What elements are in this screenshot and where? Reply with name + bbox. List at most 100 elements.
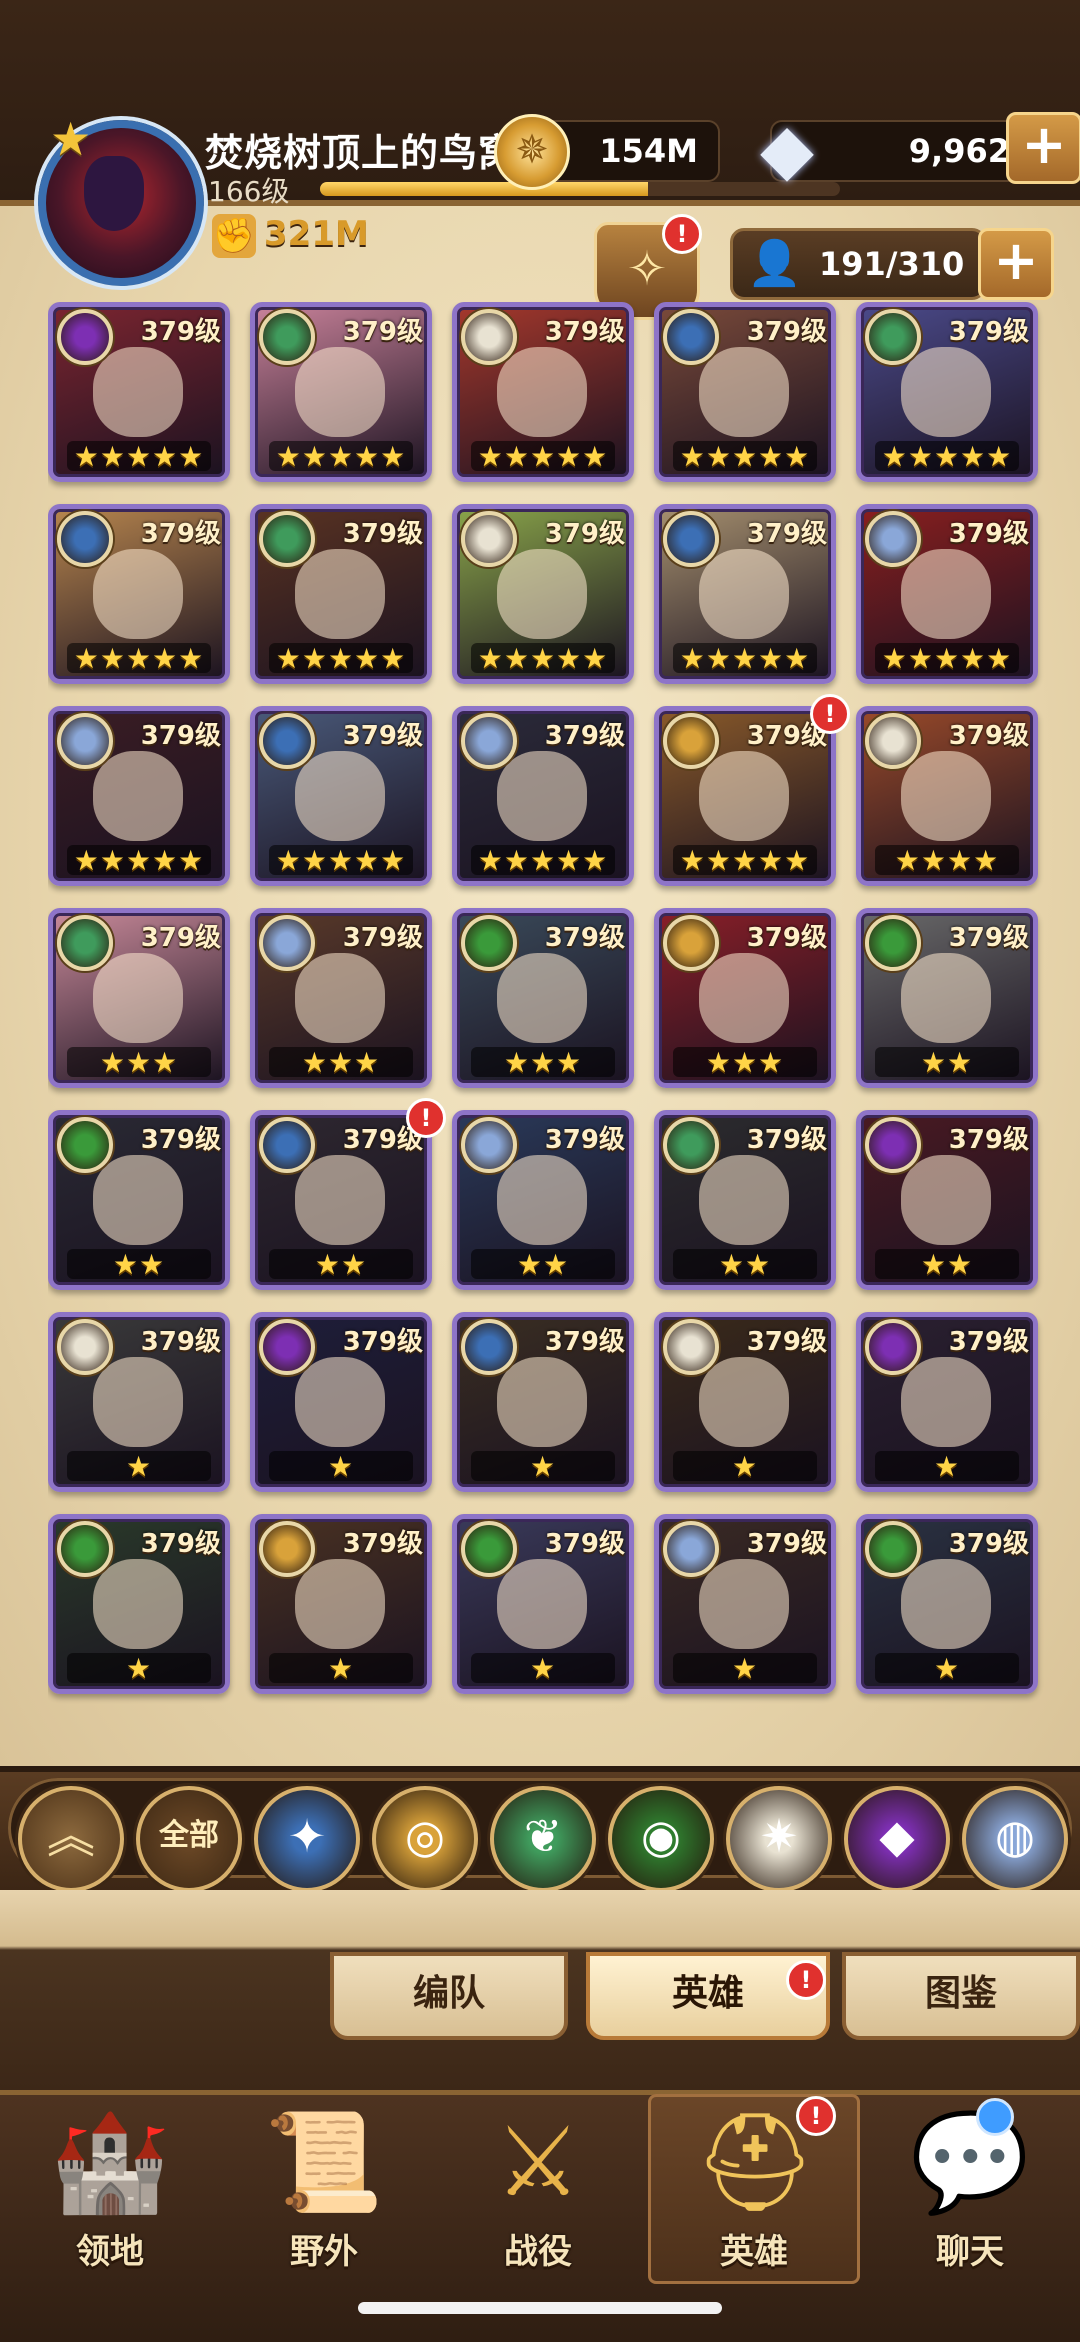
hero-card[interactable]: 379级 ★★★★★ — [250, 302, 432, 482]
hero-level: 379级 — [746, 317, 827, 347]
hero-stars: ★★★★★ — [477, 844, 609, 877]
hero-card[interactable]: 379级 ★ — [48, 1514, 230, 1694]
hero-card[interactable]: 379级 ★ — [250, 1312, 432, 1492]
hero-card[interactable]: 379级 ★★ — [856, 1110, 1038, 1290]
hero-card[interactable]: 379级 ★★★★★ — [48, 302, 230, 482]
hero-card[interactable]: 379级 ★★★★★ — [48, 504, 230, 684]
hero-portrait — [901, 549, 991, 639]
hero-card[interactable]: 379级 ★★★ — [48, 908, 230, 1088]
hero-card[interactable]: 379级 ★★★ — [654, 908, 836, 1088]
hero-card[interactable]: 379级 ★★★★★ — [452, 302, 634, 482]
hero-stars: ★ — [327, 1450, 355, 1483]
dimensional-faction-icon — [461, 1117, 517, 1173]
hero-card[interactable]: 379级 ★★★★★ — [250, 706, 432, 886]
hero-stars: ★★★ — [705, 1046, 785, 1079]
hero-stars: ★ — [125, 1450, 153, 1483]
hero-card[interactable]: 379级 ★★★★★ — [250, 504, 432, 684]
graveborn-faction-icon — [57, 1117, 113, 1173]
lightbearer-faction-icon[interactable]: ✦ — [254, 1786, 360, 1892]
nav-campaign[interactable]: ⚔ 战役 — [432, 2094, 644, 2284]
hypogean-faction-icon — [259, 1319, 315, 1375]
tab-collection[interactable]: 图鉴 — [842, 1952, 1080, 2040]
hero-card[interactable]: 379级 ★★★★★ — [452, 706, 634, 886]
hero-level: 379级 — [544, 721, 625, 751]
hero-stars: ★★ — [314, 1248, 368, 1281]
hero-card[interactable]: 379级 ★★★★★ — [654, 302, 836, 482]
hero-portrait — [901, 1559, 991, 1649]
expand-capacity-button[interactable]: + — [978, 228, 1054, 300]
hero-level: 379级 — [948, 923, 1029, 953]
hero-level: 379级 — [140, 1327, 221, 1357]
celestial-faction-icon[interactable]: ✷ — [726, 1786, 832, 1892]
hero-card[interactable]: 379级 ★ — [452, 1514, 634, 1694]
tab-formation[interactable]: 编队 — [330, 1952, 568, 2040]
gold-value: 154M — [599, 132, 698, 170]
hero-capacity-value: 191/310 — [819, 245, 965, 283]
hero-card[interactable]: 379级 ★ — [654, 1312, 836, 1492]
hero-level: 379级 — [544, 519, 625, 549]
nav-label: 聊天 — [936, 2232, 1004, 2272]
hero-stars: ★★ — [920, 1248, 974, 1281]
diamond-counter: ◆ 9,962 — [760, 112, 1020, 186]
dimensional-faction-icon[interactable]: ◍ — [962, 1786, 1068, 1892]
hero-stars: ★★★★★ — [881, 642, 1013, 675]
hero-card[interactable]: 379级 ★★★ — [250, 908, 432, 1088]
hero-level: 379级 — [342, 923, 423, 953]
wilder-faction-icon[interactable]: ❦ — [490, 1786, 596, 1892]
hero-stars: ★ — [933, 1652, 961, 1685]
hero-portrait — [497, 549, 587, 639]
hero-portrait — [699, 751, 789, 841]
hero-portrait — [93, 347, 183, 437]
hero-portrait — [497, 347, 587, 437]
hero-card[interactable]: 379级 ★★★★★ — [654, 706, 836, 886]
dimensional-faction-icon — [663, 1521, 719, 1577]
hero-card[interactable]: 379级 ★ — [654, 1514, 836, 1694]
hero-portrait — [93, 549, 183, 639]
hero-card[interactable]: 379级 ★★★★★ — [654, 504, 836, 684]
wilder-faction-icon — [865, 309, 921, 365]
hero-level: 379级 — [948, 1529, 1029, 1559]
filter-all-button[interactable]: 全部 — [136, 1786, 242, 1892]
mauler-faction-icon[interactable]: ◎ — [372, 1786, 478, 1892]
hero-card[interactable]: 379级 ★ — [856, 1514, 1038, 1694]
hero-portrait — [497, 751, 587, 841]
celestial-faction-icon — [57, 1319, 113, 1375]
hero-card[interactable]: 379级 ★★ — [250, 1110, 432, 1290]
hero-portrait — [901, 1357, 991, 1447]
hero-card[interactable]: 379级 ★ — [250, 1514, 432, 1694]
hero-portrait — [295, 1357, 385, 1447]
hero-card[interactable]: 379级 ★★★ — [452, 908, 634, 1088]
hero-card[interactable]: 379级 ★★★★★ — [856, 302, 1038, 482]
hero-card[interactable]: 379级 ★★★★★ — [48, 706, 230, 886]
nav-chat[interactable]: 💬 聊天 — [864, 2094, 1076, 2284]
hero-level: 379级 — [948, 519, 1029, 549]
hero-card[interactable]: 379级 ★ — [48, 1312, 230, 1492]
hero-card[interactable]: 379级 ★ — [452, 1312, 634, 1492]
hero-level: 379级 — [544, 923, 625, 953]
hero-portrait — [901, 953, 991, 1043]
double-chevron-up-icon[interactable]: ︽ — [18, 1786, 124, 1892]
hero-card[interactable]: 379级 ★★★★★ — [856, 504, 1038, 684]
hero-card[interactable]: 379级 ★★★★★ — [452, 504, 634, 684]
nav-wild[interactable]: 📜 野外 — [218, 2094, 430, 2284]
hero-card[interactable]: 379级 ★★★★ — [856, 706, 1038, 886]
castle-icon: 🏰 — [50, 2106, 170, 2218]
hero-stars: ★ — [529, 1450, 557, 1483]
home-indicator[interactable] — [358, 2302, 722, 2314]
add-diamonds-button[interactable]: + — [1006, 112, 1080, 184]
hero-card[interactable]: 379级 ★★ — [856, 908, 1038, 1088]
hero-stars: ★★★ — [301, 1046, 381, 1079]
hypogean-faction-icon[interactable]: ◆ — [844, 1786, 950, 1892]
hero-card[interactable]: 379级 ★★ — [48, 1110, 230, 1290]
hero-stars: ★★★★★ — [477, 642, 609, 675]
graveborn-faction-icon[interactable]: ◉ — [608, 1786, 714, 1892]
hero-card[interactable]: 379级 ★ — [856, 1312, 1038, 1492]
hero-card[interactable]: 379级 ★★ — [654, 1110, 836, 1290]
lightbearer-faction-icon — [259, 713, 315, 769]
vip-star-icon: ★ — [50, 112, 92, 166]
hero-level: 379级 — [342, 721, 423, 751]
gold-coin-icon: ✵ — [494, 114, 570, 190]
hero-level: 379级 — [140, 721, 221, 751]
hero-card[interactable]: 379级 ★★ — [452, 1110, 634, 1290]
nav-territory[interactable]: 🏰 领地 — [4, 2094, 216, 2284]
